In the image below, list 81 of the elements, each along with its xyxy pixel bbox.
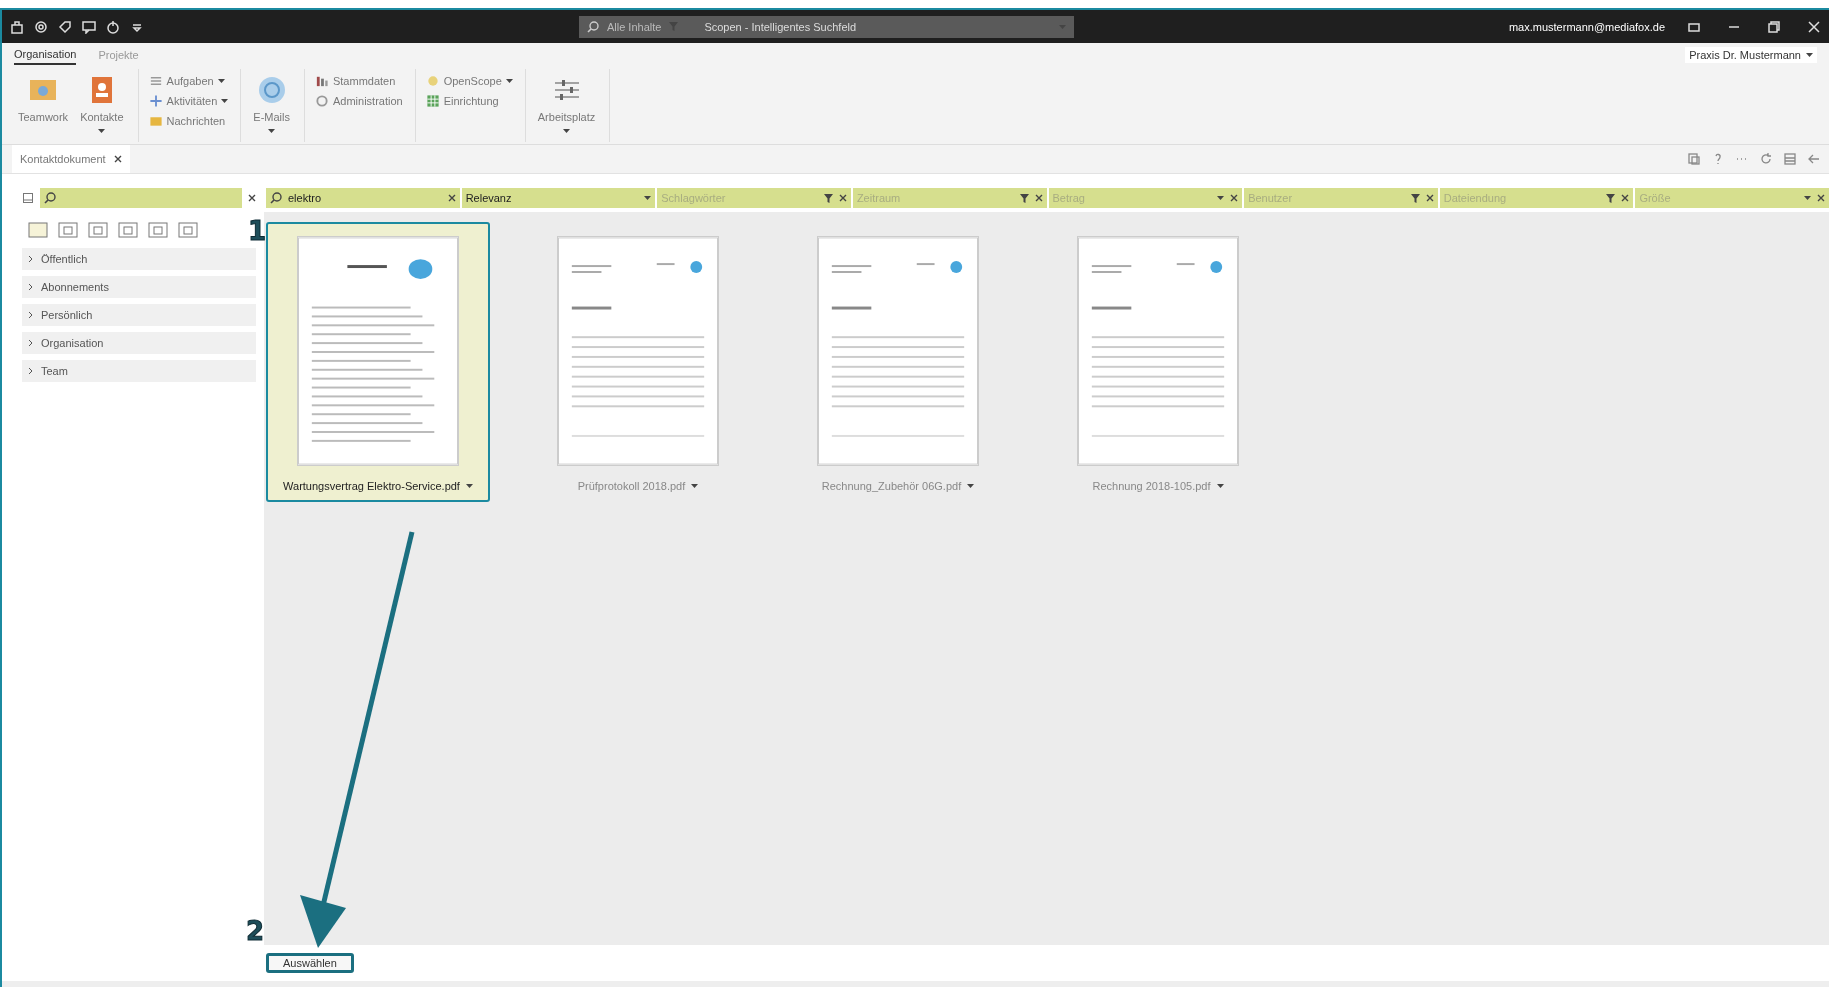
caret-icon <box>465 484 473 488</box>
close-icon[interactable] <box>1034 194 1043 202</box>
ribbon-tab[interactable]: Projekte <box>98 46 139 64</box>
global-search-field[interactable]: Alle Inhalte Scopen - Intelligentes Suchfeld <box>578 15 1074 38</box>
select-button[interactable]: Auswählen <box>266 953 354 973</box>
ribbon-button[interactable]: Stammdaten <box>314 73 403 89</box>
search-icon <box>44 192 56 204</box>
search-icon <box>270 192 282 204</box>
close-icon[interactable] <box>838 194 847 202</box>
chevron-icon[interactable] <box>28 283 33 291</box>
bag-icon[interactable] <box>10 19 24 34</box>
ribbon-button[interactable]: E-Mails <box>251 69 292 139</box>
close-icon[interactable] <box>447 194 456 202</box>
filter-icon[interactable] <box>1019 193 1029 203</box>
refresh-icon[interactable] <box>1759 152 1773 166</box>
list-icon[interactable] <box>1783 152 1797 166</box>
folder-icon[interactable] <box>58 220 78 238</box>
filter-field[interactable]: Relevanz <box>461 188 656 208</box>
power-icon[interactable] <box>106 19 120 34</box>
lifebuoy-icon[interactable] <box>34 19 48 34</box>
ribbon-button[interactable]: Einrichtung <box>425 93 513 109</box>
document-card[interactable]: Wartungsvertrag Elektro-Service.pdf <box>266 222 490 502</box>
ribbon-button[interactable]: Teamwork <box>16 69 71 129</box>
close-icon[interactable] <box>1621 194 1630 202</box>
search-icon <box>586 20 599 33</box>
caret-icon <box>1217 196 1225 200</box>
back-icon[interactable] <box>1807 152 1821 166</box>
chevron-icon[interactable] <box>28 367 33 375</box>
copy-icon[interactable] <box>1687 152 1701 166</box>
user-account[interactable]: max.mustermann@mediafox.de <box>1508 20 1665 33</box>
organization-selector[interactable]: Praxis Dr. Mustermann <box>1685 47 1817 63</box>
ribbon-button[interactable]: Arbeitsplatz <box>535 69 598 139</box>
caret-icon <box>644 196 652 200</box>
close-icon[interactable] <box>1230 194 1239 202</box>
filter-icon[interactable] <box>823 193 833 203</box>
tree-item[interactable]: Team <box>22 360 256 382</box>
restore-icon[interactable] <box>1767 19 1781 34</box>
close-icon[interactable] <box>1425 194 1434 202</box>
chevron-icon[interactable] <box>28 311 33 319</box>
step-number: 2 <box>246 916 265 946</box>
document-tab[interactable]: Kontaktdokument <box>12 145 130 173</box>
caret-icon <box>1216 484 1224 488</box>
caret-icon <box>967 484 975 488</box>
caret-icon <box>1806 53 1813 57</box>
filter-icon[interactable] <box>1606 193 1616 203</box>
folder-icon[interactable] <box>178 220 198 238</box>
step-number: 1 <box>248 216 267 246</box>
chevron-icon[interactable] <box>28 339 33 347</box>
ribbon-button[interactable]: Aufgaben <box>148 73 229 89</box>
ribbon-button[interactable]: Nachrichten <box>148 113 229 129</box>
close-icon[interactable] <box>113 155 122 163</box>
list-icon <box>148 74 163 88</box>
panel-icon[interactable] <box>22 192 34 204</box>
ribbon-button[interactable]: Kontakte <box>78 69 126 139</box>
chart-icon <box>314 74 329 88</box>
folder-icon[interactable] <box>88 220 108 238</box>
document-card[interactable]: Rechnung 2018-105.pdf <box>1046 222 1270 502</box>
tag-icon[interactable] <box>58 19 72 34</box>
filter-icon[interactable] <box>1410 193 1420 203</box>
ribbon-button[interactable]: OpenScope <box>425 73 513 89</box>
ribbon-button[interactable]: Aktivitäten <box>148 93 229 109</box>
chevron-icon[interactable] <box>28 255 33 263</box>
folder-search-field[interactable] <box>40 188 242 208</box>
tree-item[interactable]: Persönlich <box>22 304 256 326</box>
grid-icon <box>425 94 440 108</box>
tree-item[interactable]: Organisation <box>22 332 256 354</box>
document-card[interactable]: Rechnung_Zubehör 06G.pdf <box>786 222 1010 502</box>
close-icon[interactable] <box>1817 194 1825 202</box>
caret-icon <box>1804 196 1811 200</box>
tree-item[interactable]: Öffentlich <box>22 248 256 270</box>
document-card[interactable]: Prüfprotokoll 2018.pdf <box>526 222 750 502</box>
ribbon-tab[interactable]: Organisation <box>14 45 77 65</box>
caret-icon <box>691 484 699 488</box>
folder-icon[interactable] <box>118 220 138 238</box>
chat-icon[interactable] <box>82 19 96 34</box>
tree-item[interactable]: Abonnements <box>22 276 256 298</box>
search-field[interactable]: elektro <box>266 188 460 208</box>
close-icon[interactable] <box>248 194 256 202</box>
ribbon-button[interactable]: Administration <box>314 93 403 109</box>
mail-icon <box>148 114 163 128</box>
folder-icon[interactable] <box>148 220 168 238</box>
